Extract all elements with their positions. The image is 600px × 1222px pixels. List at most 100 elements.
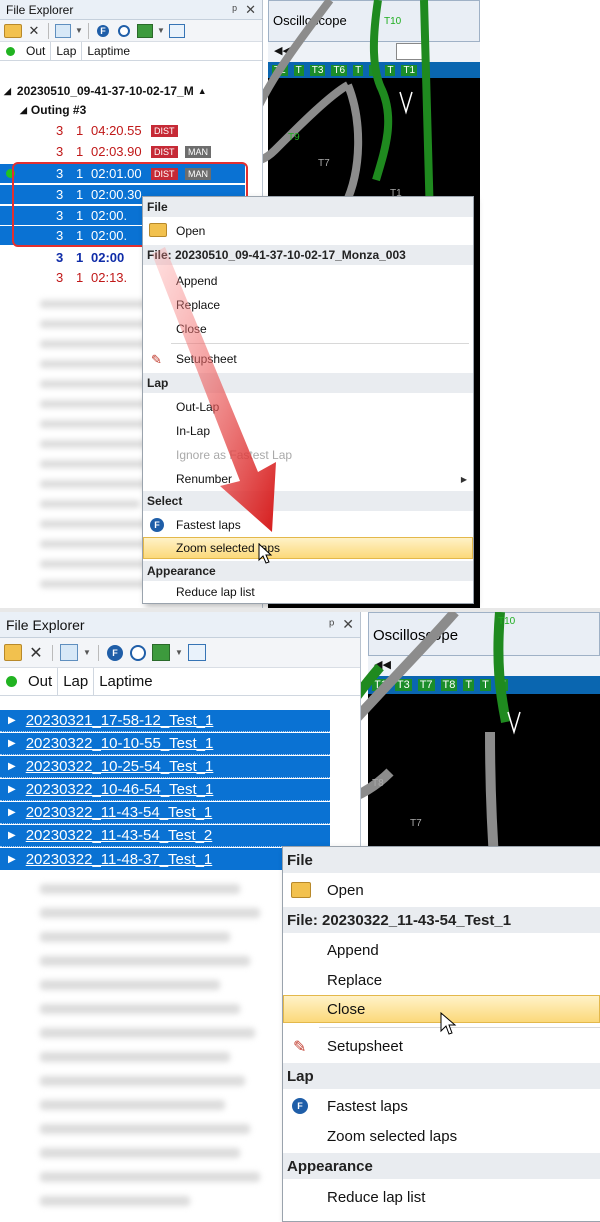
menu-item-label: Append xyxy=(176,274,218,288)
edit-sheet-icon: ✎ xyxy=(151,352,162,367)
zoom-icon[interactable] xyxy=(115,22,133,40)
lap-out: 3 xyxy=(56,123,64,138)
lap-row[interactable]: 3 1 02:03.90 DIST MAN xyxy=(0,142,245,161)
chart-icon[interactable] xyxy=(60,644,78,662)
menu-item-open[interactable]: Open xyxy=(143,219,473,243)
menu-item-label: Setupsheet xyxy=(327,1037,403,1055)
expand-icon[interactable]: ▶ xyxy=(8,761,16,772)
chevron-down-icon[interactable]: ▼ xyxy=(83,644,91,662)
file-name: 20230321_17-58-12_Test_1 xyxy=(25,712,214,729)
expand-icon[interactable]: ▶ xyxy=(8,784,16,795)
fastest-lap-icon[interactable]: F xyxy=(106,644,124,662)
menu-item-fastest-laps[interactable]: F Fastest laps xyxy=(143,513,473,537)
open-folder-icon[interactable] xyxy=(4,22,22,40)
menu-item-append[interactable]: Append xyxy=(283,935,600,965)
menu-item-reduce-lap-list[interactable]: Reduce lap list xyxy=(143,581,473,603)
pin-icon[interactable]: ᵖ xyxy=(329,616,334,633)
scroll-up-icon[interactable]: ▲ xyxy=(198,86,207,96)
menu-item-replace[interactable]: Replace xyxy=(143,293,473,317)
turn-label: T7 xyxy=(410,818,422,829)
file-row-selected[interactable]: ▶ 20230322_10-10-55_Test_1 xyxy=(0,733,330,755)
menu-item-label: Fastest laps xyxy=(327,1097,408,1115)
lap-number: 1 xyxy=(76,123,84,138)
chart-icon[interactable] xyxy=(54,22,72,40)
grid-icon[interactable] xyxy=(168,22,186,40)
menu-item-out-lap[interactable]: Out-Lap xyxy=(143,395,473,419)
open-icon xyxy=(149,223,167,237)
menu-item-fastest-laps[interactable]: F Fastest laps xyxy=(283,1091,600,1121)
menu-item-setupsheet[interactable]: ✎ Setupsheet xyxy=(143,347,473,371)
turn-label: T10 xyxy=(498,616,516,627)
explorer-toolbar: ✕ ▼ F ▼ xyxy=(0,638,360,668)
close-icon[interactable]: ✕ xyxy=(342,616,354,633)
close-icon[interactable]: ✕ xyxy=(245,2,256,18)
mouse-cursor-icon xyxy=(440,1012,457,1035)
pin-icon[interactable]: ᵖ xyxy=(232,2,237,18)
blurred-row xyxy=(40,932,230,942)
zoom-icon[interactable] xyxy=(129,644,147,662)
submenu-arrow-icon: ▶ xyxy=(460,474,467,484)
toolbar-separator xyxy=(98,644,99,661)
menu-item-zoom-selected[interactable]: Zoom selected laps xyxy=(143,537,473,559)
fastest-lap-icon[interactable]: F xyxy=(94,22,112,40)
menu-item-label: In-Lap xyxy=(176,424,211,438)
menu-item-replace[interactable]: Replace xyxy=(283,965,600,995)
column-laptime[interactable]: Laptime xyxy=(94,668,157,695)
expand-icon[interactable]: ▶ xyxy=(8,854,16,865)
file-row-selected[interactable]: ▶ 20230322_11-48-37_Test_1 xyxy=(0,848,330,870)
outing-label: Outing #3 xyxy=(30,103,87,117)
open-folder-icon[interactable] xyxy=(4,644,22,662)
expand-icon[interactable]: ▶ xyxy=(8,738,16,749)
image-icon[interactable] xyxy=(136,22,154,40)
blurred-row xyxy=(40,1124,250,1134)
column-laptime[interactable]: Laptime xyxy=(82,42,135,60)
column-lap[interactable]: Lap xyxy=(58,668,95,695)
file-row-selected[interactable]: ▶ 20230322_11-43-54_Test_1 xyxy=(0,802,330,824)
bottom-screenshot: Oscilloscope ◀◀ T1 T3 T7 T8 T T T T10 T8… xyxy=(0,612,600,1222)
column-out[interactable]: Out xyxy=(23,668,59,695)
expand-icon[interactable]: ◢ xyxy=(4,86,11,97)
blurred-row xyxy=(40,1196,190,1206)
status-dot-icon xyxy=(6,46,15,56)
file-row-selected[interactable]: ▶ 20230322_11-43-54_Test_2 xyxy=(0,825,330,847)
outing-node[interactable]: ◢ Outing #3 xyxy=(0,101,86,119)
delete-icon[interactable]: ✕ xyxy=(27,644,45,662)
menu-item-close[interactable]: Close xyxy=(143,317,473,341)
expand-icon[interactable]: ▶ xyxy=(8,715,16,726)
blurred-row xyxy=(40,956,250,966)
file-row-selected[interactable]: ▶ 20230322_10-46-54_Test_1 xyxy=(0,779,330,801)
file-row-selected[interactable]: ▶ 20230321_17-58-12_Test_1 xyxy=(0,710,330,732)
marker-icon xyxy=(507,711,521,735)
menu-item-label: Reduce lap list xyxy=(176,585,255,599)
column-out[interactable]: Out xyxy=(21,42,52,60)
menu-section-lap: Lap xyxy=(283,1063,600,1089)
fastest-lap-icon: F xyxy=(150,518,164,532)
file-row-selected[interactable]: ▶ 20230322_10-25-54_Test_1 xyxy=(0,756,330,778)
turn-label: T10 xyxy=(384,16,402,27)
expand-icon[interactable]: ▶ xyxy=(8,830,16,841)
menu-item-append[interactable]: Append xyxy=(143,269,473,293)
menu-item-reduce-lap-list[interactable]: Reduce lap list xyxy=(283,1181,600,1213)
expand-icon[interactable]: ▶ xyxy=(8,807,16,818)
lap-out: 3 xyxy=(56,144,64,159)
blurred-row xyxy=(40,980,220,990)
lap-row[interactable]: 3 1 04:20.55 DIST xyxy=(0,121,245,140)
menu-separator xyxy=(319,1027,600,1028)
column-lap[interactable]: Lap xyxy=(51,42,83,60)
chevron-down-icon[interactable]: ▼ xyxy=(75,22,83,40)
expand-icon[interactable]: ◢ xyxy=(20,105,27,116)
grid-icon[interactable] xyxy=(188,644,206,662)
delete-icon[interactable]: ✕ xyxy=(25,22,43,40)
image-icon[interactable] xyxy=(152,644,170,662)
chevron-down-icon[interactable]: ▼ xyxy=(175,644,183,662)
menu-item-label: Replace xyxy=(176,298,221,312)
menu-item-ignore-fastest[interactable]: Ignore as Fastest Lap xyxy=(143,443,473,467)
menu-item-renumber[interactable]: Renumber ▶ xyxy=(143,467,473,491)
blurred-row xyxy=(40,884,240,894)
chevron-down-icon[interactable]: ▼ xyxy=(157,22,165,40)
menu-item-open[interactable]: Open xyxy=(283,875,600,905)
menu-item-zoom-selected[interactable]: Zoom selected laps xyxy=(283,1121,600,1151)
menu-item-in-lap[interactable]: In-Lap xyxy=(143,419,473,443)
menu-section-file: File xyxy=(283,847,600,873)
file-node[interactable]: ◢ 20230510_09-41-37-10-02-17_M ▲ xyxy=(0,82,262,100)
